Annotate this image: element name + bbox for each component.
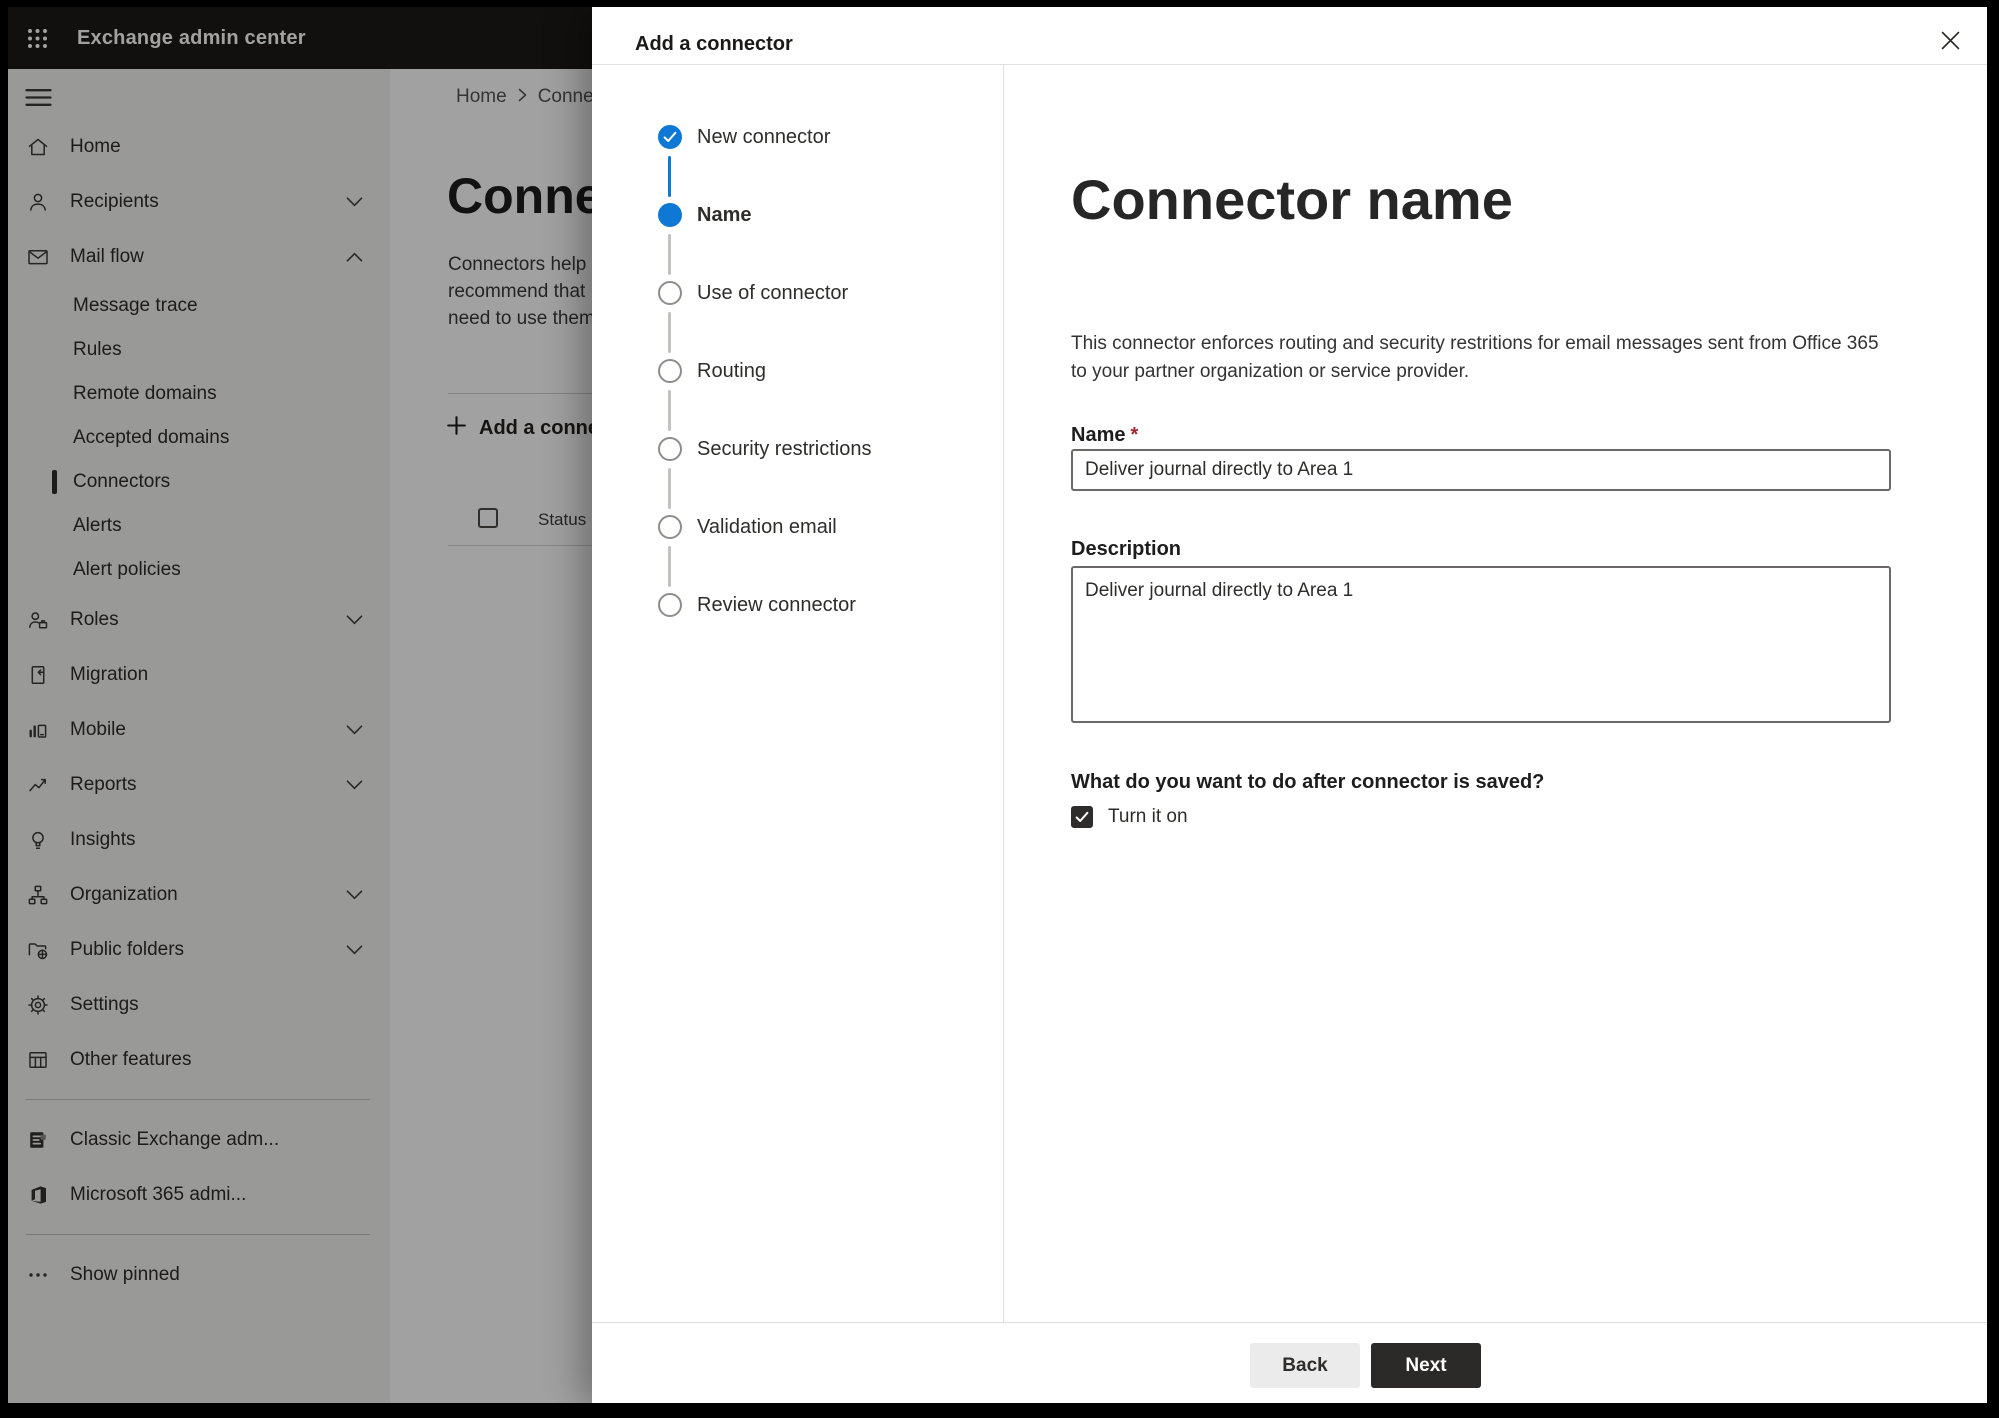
step-description: This connector enforces routing and secu… [1071, 333, 1879, 382]
description-field-label: Description [1071, 538, 1182, 560]
step-label: Security restrictions [697, 438, 872, 460]
step-heading: Connector name [1071, 168, 1513, 231]
wizard-step-name[interactable]: Name [658, 203, 989, 281]
wizard-content: Connector name This connector enforces r… [1004, 64, 1987, 1323]
step-label: New connector [697, 126, 831, 148]
dialog-header: Add a connector [592, 7, 1987, 65]
wizard-step-validation-email[interactable]: Validation email [658, 515, 989, 593]
checkmark-icon [1075, 811, 1089, 822]
step-completed-icon [658, 125, 682, 149]
after-save-question: What do you want to do after connector i… [1071, 771, 1545, 793]
name-label-text: Name [1071, 424, 1126, 446]
dialog-footer: Back Next [592, 1322, 1987, 1403]
wizard-step-security-restrictions[interactable]: Security restrictions [658, 437, 989, 515]
step-connector-line [668, 390, 671, 431]
back-button[interactable]: Back [1250, 1343, 1360, 1388]
name-field-label: Name * [1071, 423, 1987, 447]
add-connector-dialog: Add a connector New connector Name Use of … [592, 7, 1987, 1403]
connector-name-input[interactable] [1071, 449, 1891, 491]
dialog-title: Add a connector [635, 33, 793, 55]
step-label: Use of connector [697, 282, 849, 304]
step-circle-icon [658, 203, 682, 227]
step-circle-icon [658, 593, 682, 617]
step-label: Validation email [697, 516, 837, 538]
connector-description-textarea[interactable]: Deliver journal directly to Area 1 [1071, 566, 1891, 723]
step-circle-icon [658, 359, 682, 383]
step-circle-icon [658, 437, 682, 461]
close-icon [1941, 31, 1959, 49]
wizard-steps: New connector Name Use of connector Routing… [658, 125, 989, 671]
step-circle-icon [658, 281, 682, 305]
required-asterisk: * [1130, 424, 1139, 446]
step-connector-line [668, 156, 671, 197]
next-button[interactable]: Next [1371, 1343, 1481, 1388]
turn-it-on-label: Turn it on [1108, 806, 1188, 827]
step-connector-line [668, 546, 671, 587]
wizard-steps-panel: New connector Name Use of connector Routing… [592, 64, 1004, 1323]
wizard-step-new-connector[interactable]: New connector [658, 125, 989, 203]
wizard-step-routing[interactable]: Routing [658, 359, 989, 437]
step-circle-icon [658, 515, 682, 539]
turn-it-on-checkbox[interactable] [1071, 806, 1093, 828]
step-label: Routing [697, 360, 766, 382]
step-label: Name [697, 204, 752, 226]
exchange-admin-app: Exchange admin center Home Recipients Mail… [8, 7, 1987, 1403]
wizard-step-use-of-connector[interactable]: Use of connector [658, 281, 989, 359]
wizard-step-review-connector[interactable]: Review connector [658, 593, 989, 671]
step-connector-line [668, 234, 671, 275]
step-label: Review connector [697, 594, 856, 616]
close-button[interactable] [1935, 25, 1965, 55]
step-connector-line [668, 468, 671, 509]
step-connector-line [668, 312, 671, 353]
turn-it-on-checkbox-row[interactable]: Turn it on [1071, 806, 1188, 828]
dialog-body: New connector Name Use of connector Routing… [592, 64, 1987, 1323]
footer-buttons: Back Next [1250, 1343, 1481, 1388]
